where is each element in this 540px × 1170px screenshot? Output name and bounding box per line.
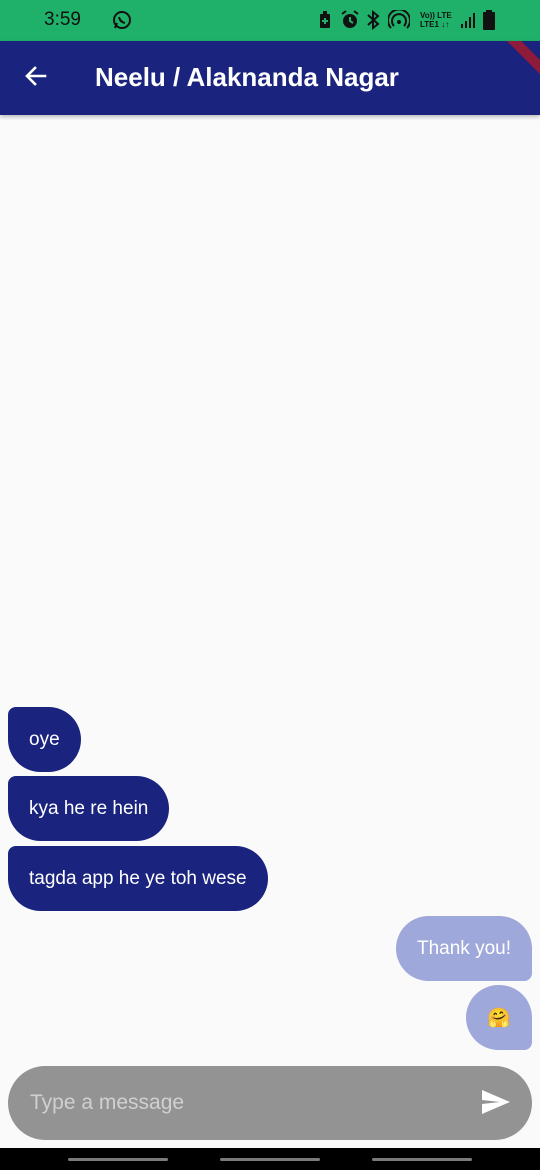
outgoing-message[interactable]: 🤗 (466, 985, 532, 1050)
status-bar: 3:59 Vo)) LTE LTE1 ↓↑ (0, 0, 540, 41)
send-button[interactable] (480, 1088, 512, 1120)
message-text: tagda app he ye toh wese (29, 867, 247, 889)
back-button[interactable] (16, 58, 56, 98)
app-bar: Neelu / Alaknanda Nagar (0, 41, 540, 115)
nav-back-handle[interactable] (372, 1158, 472, 1161)
battery-icon (483, 10, 495, 35)
network-indicator-top: Vo)) LTE (420, 11, 452, 20)
message-text: kya he re hein (29, 797, 149, 819)
network-indicator-bottom: LTE1 ↓↑ (420, 20, 450, 29)
status-time: 3:59 (44, 9, 81, 30)
incoming-message[interactable]: oye (8, 707, 81, 772)
message-composer (8, 1066, 532, 1140)
arrow-back-icon (24, 64, 48, 93)
nav-home-handle[interactable] (220, 1158, 320, 1161)
message-text: Thank you! (417, 937, 511, 959)
send-icon (481, 1089, 511, 1120)
hotspot-icon (387, 8, 411, 35)
message-input[interactable] (30, 1066, 460, 1140)
battery-saver-icon (318, 11, 332, 34)
incoming-message[interactable]: tagda app he ye toh wese (8, 846, 268, 911)
message-list[interactable]: oye kya he re hein tagda app he ye toh w… (0, 115, 540, 1060)
system-nav-bar (0, 1148, 540, 1170)
message-text: 🤗 (487, 1007, 511, 1029)
signal-icon (461, 11, 477, 34)
outgoing-message[interactable]: Thank you! (396, 916, 532, 981)
debug-banner (489, 41, 540, 88)
message-text: oye (29, 728, 60, 750)
chat-title: Neelu / Alaknanda Nagar (95, 62, 399, 92)
nav-recents-handle[interactable] (68, 1158, 168, 1161)
bluetooth-icon (366, 9, 380, 35)
incoming-message[interactable]: kya he re hein (8, 776, 170, 841)
whatsapp-icon (112, 10, 132, 35)
alarm-icon (340, 10, 360, 35)
